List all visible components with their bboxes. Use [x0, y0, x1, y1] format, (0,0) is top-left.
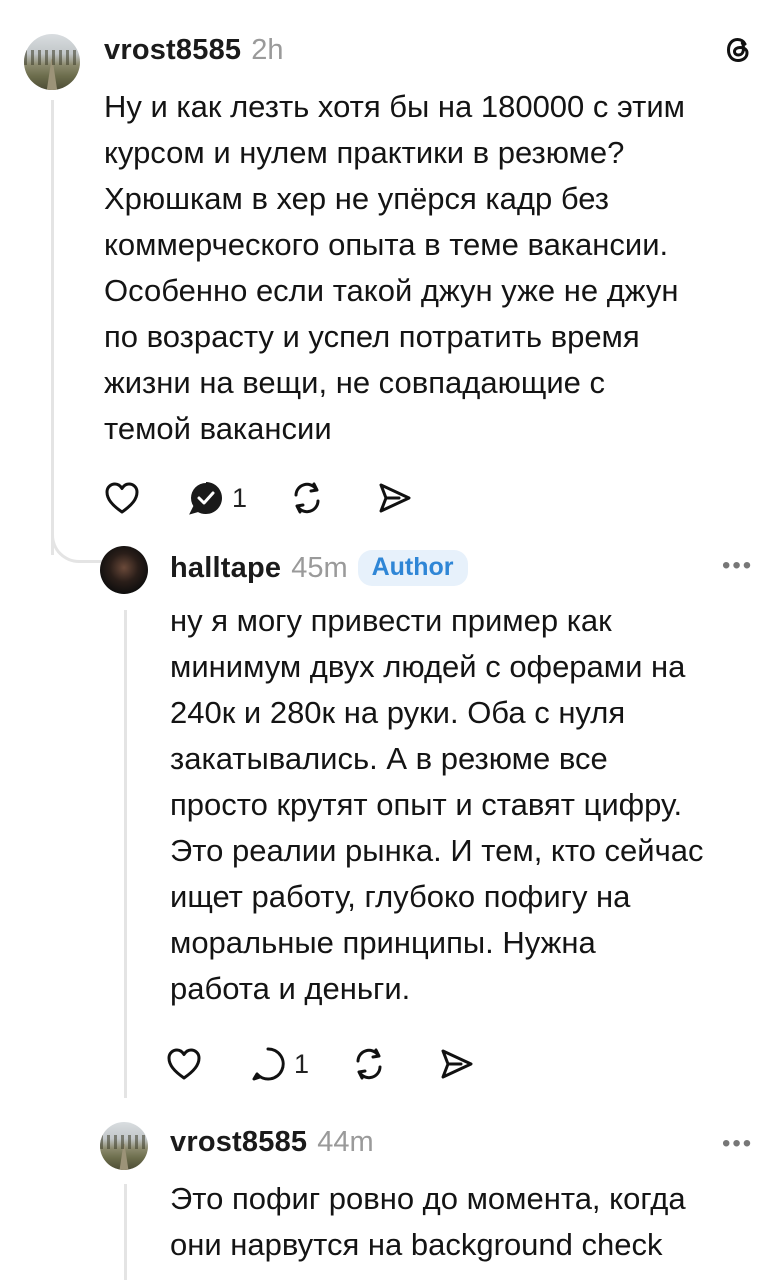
thread-line	[124, 1184, 127, 1280]
share-button[interactable]	[439, 1047, 475, 1081]
thread-connector	[51, 520, 104, 563]
heart-icon	[105, 482, 139, 514]
post-header: vrost8585 2h	[104, 34, 284, 70]
reply-button[interactable]: 1	[188, 480, 247, 516]
comment-bubble-icon	[189, 482, 222, 515]
send-icon	[441, 1049, 473, 1079]
reply-button[interactable]: 1	[250, 1046, 309, 1082]
username[interactable]: halltape	[170, 552, 281, 585]
comment-bubble-icon	[252, 1047, 285, 1081]
repost-button[interactable]	[289, 480, 325, 516]
timestamp: 2h	[251, 34, 284, 66]
avatar[interactable]	[100, 1122, 148, 1170]
timestamp: 45m	[291, 551, 348, 584]
repost-icon	[294, 482, 320, 514]
post-text: Ну и как лезть хотя бы на 180000 с этим …	[104, 89, 685, 446]
avatar[interactable]	[24, 34, 80, 90]
reply-count: 1	[232, 482, 248, 513]
reply-count: 1	[294, 1048, 310, 1079]
repost-button[interactable]	[351, 1046, 387, 1082]
thread-line	[124, 610, 127, 1098]
like-button[interactable]	[104, 481, 140, 515]
post-actions: 1	[104, 476, 413, 520]
heart-icon	[167, 1048, 201, 1080]
username[interactable]: vrost8585	[170, 1126, 307, 1159]
post-text: Это пофиг ровно до момента, когда они на…	[170, 1181, 686, 1262]
post-header: vrost8585 44m	[170, 1126, 374, 1166]
repost-icon	[356, 1048, 382, 1080]
thread-line	[51, 100, 54, 555]
author-badge: Author	[357, 550, 468, 586]
more-dots-icon[interactable]: •••	[722, 1130, 753, 1158]
avatar[interactable]	[100, 546, 148, 594]
threads-logo-icon[interactable]	[722, 33, 756, 67]
post-text: ну я могу привести пример как минимум дв…	[170, 603, 704, 1006]
like-button[interactable]	[166, 1047, 202, 1081]
send-icon	[379, 483, 411, 513]
post-header: halltape 45m Author	[170, 548, 468, 588]
share-button[interactable]	[377, 481, 413, 515]
username[interactable]: vrost8585	[104, 34, 241, 67]
timestamp: 44m	[317, 1126, 374, 1158]
post-actions: 1	[166, 1042, 475, 1086]
more-dots-icon[interactable]: •••	[722, 552, 753, 580]
